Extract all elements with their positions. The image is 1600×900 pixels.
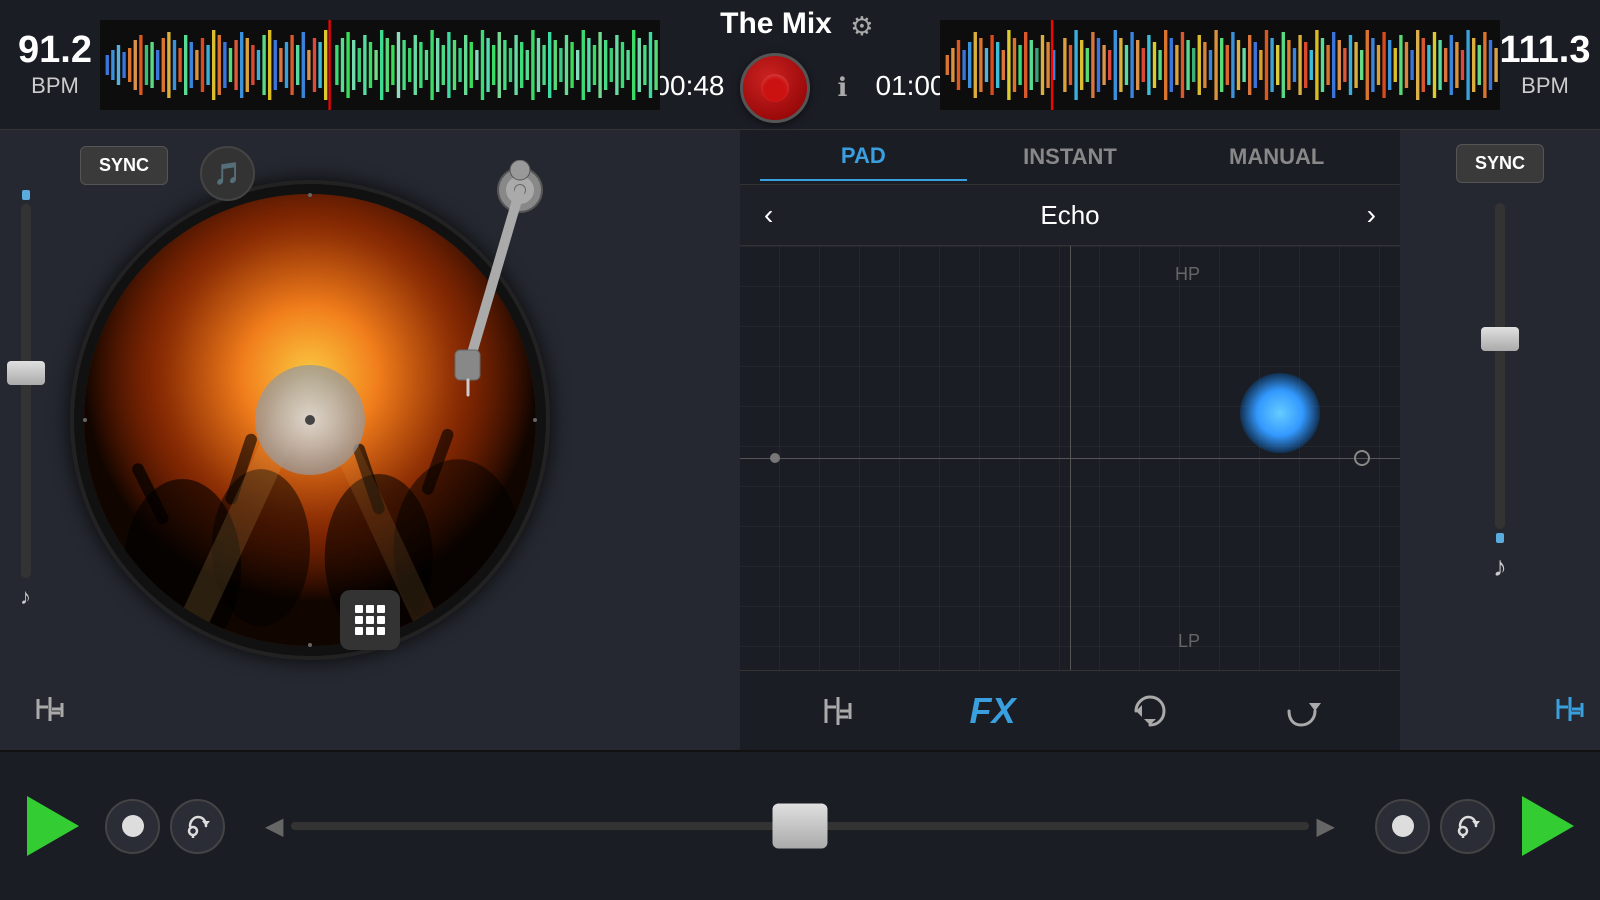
- right-record-button[interactable]: [1375, 799, 1430, 854]
- right-waveform[interactable]: [940, 20, 1500, 110]
- left-volume-fader[interactable]: ♪: [20, 190, 31, 610]
- left-record-dot: [122, 815, 144, 837]
- music-add-icon[interactable]: 🎵: [200, 146, 255, 201]
- center-controls: The Mix ⚙ 00:48 ℹ 01:00: [660, 7, 940, 123]
- fx-tabs: PAD INSTANT MANUAL: [740, 130, 1400, 185]
- tab-manual[interactable]: MANUAL: [1173, 134, 1380, 180]
- left-sync-btn-label[interactable]: SYNC: [80, 146, 168, 185]
- left-eq-icon[interactable]: [30, 689, 70, 734]
- right-record-dot: [1392, 815, 1414, 837]
- record-button[interactable]: [740, 53, 810, 123]
- right-volume-fader[interactable]: [1470, 203, 1530, 543]
- fx-right-dot[interactable]: [1354, 450, 1370, 466]
- left-transport-controls: [105, 799, 225, 854]
- grid-icon: [355, 605, 385, 635]
- fx-undo-button[interactable]: [1273, 681, 1333, 741]
- crossfader-left-arrow: ◀: [265, 812, 283, 841]
- left-bpm-label: BPM: [31, 73, 79, 99]
- right-track-time: 01:00: [876, 70, 946, 102]
- fx-axis-hp: HP: [1175, 264, 1200, 285]
- grid-button[interactable]: [340, 590, 400, 650]
- bottom-bar: ◀ ▶: [0, 750, 1600, 900]
- fx-inactive-dot: [770, 453, 780, 463]
- fx-pad-area[interactable]: HP LP: [740, 246, 1400, 670]
- fx-effect-name: Echo: [1040, 200, 1099, 231]
- right-play-button[interactable]: [1515, 794, 1580, 859]
- crossfader-thumb[interactable]: [773, 804, 828, 849]
- right-sync-button[interactable]: SYNC: [1456, 144, 1544, 183]
- right-bpm-label: BPM: [1521, 73, 1569, 99]
- tonearm: [420, 160, 580, 400]
- main-area: ♪ SYNC 🎵: [0, 130, 1600, 750]
- right-bpm-number: 111.3: [1500, 31, 1591, 69]
- left-deck: ♪ SYNC 🎵: [0, 130, 740, 750]
- left-play-button[interactable]: [20, 794, 85, 859]
- record-btn-inner: [761, 74, 789, 102]
- right-play-triangle: [1522, 796, 1574, 856]
- left-bpm-number: 91.2: [18, 31, 92, 69]
- info-icon[interactable]: ℹ: [825, 70, 861, 106]
- crossfader-track[interactable]: [291, 822, 1308, 830]
- right-eq-icon[interactable]: [1550, 689, 1590, 734]
- left-bpm-display: 91.2 BPM: [10, 31, 100, 99]
- music-add-button[interactable]: 🎵: [200, 146, 255, 201]
- fx-crosshair-vertical: [1070, 246, 1071, 670]
- tab-pad[interactable]: PAD: [760, 133, 967, 181]
- fx-panel: PAD INSTANT MANUAL ‹ Echo › HP LP: [740, 130, 1400, 750]
- right-transport-controls: [1375, 799, 1495, 854]
- right-loop-button[interactable]: [1440, 799, 1495, 854]
- crossfader-right-arrow: ▶: [1317, 812, 1335, 841]
- top-bar: 91.2 BPM: [0, 0, 1600, 130]
- fx-bottom-toolbar: FX: [740, 670, 1400, 750]
- fx-loop-button[interactable]: [1118, 681, 1178, 741]
- fx-text-label: FX: [969, 690, 1015, 732]
- fx-mixer-button[interactable]: [808, 681, 868, 741]
- fx-active-dot[interactable]: [1240, 373, 1320, 453]
- fx-fx-button[interactable]: FX: [963, 681, 1023, 741]
- tab-instant[interactable]: INSTANT: [967, 134, 1174, 180]
- left-record-button[interactable]: [105, 799, 160, 854]
- fx-prev-button[interactable]: ‹: [764, 199, 773, 231]
- left-track-title: The Mix: [720, 7, 832, 41]
- left-loop-button[interactable]: [170, 799, 225, 854]
- settings-icon[interactable]: ⚙: [844, 9, 880, 45]
- left-play-triangle: [27, 796, 79, 856]
- right-bpm-display: 111.3 BPM: [1500, 31, 1590, 99]
- left-track-time: 00:48: [654, 70, 724, 102]
- left-sync-button[interactable]: SYNC: [80, 146, 168, 185]
- left-waveform[interactable]: [100, 20, 660, 110]
- right-note-icon[interactable]: ♪: [1493, 551, 1507, 583]
- fx-effect-header: ‹ Echo ›: [740, 185, 1400, 246]
- crossfader-container: ◀ ▶: [245, 812, 1355, 841]
- turntable[interactable]: [70, 180, 550, 660]
- right-deck: SYNC ♪: [1400, 130, 1600, 750]
- fx-next-button[interactable]: ›: [1367, 199, 1376, 231]
- fx-axis-lp: LP: [1178, 631, 1200, 652]
